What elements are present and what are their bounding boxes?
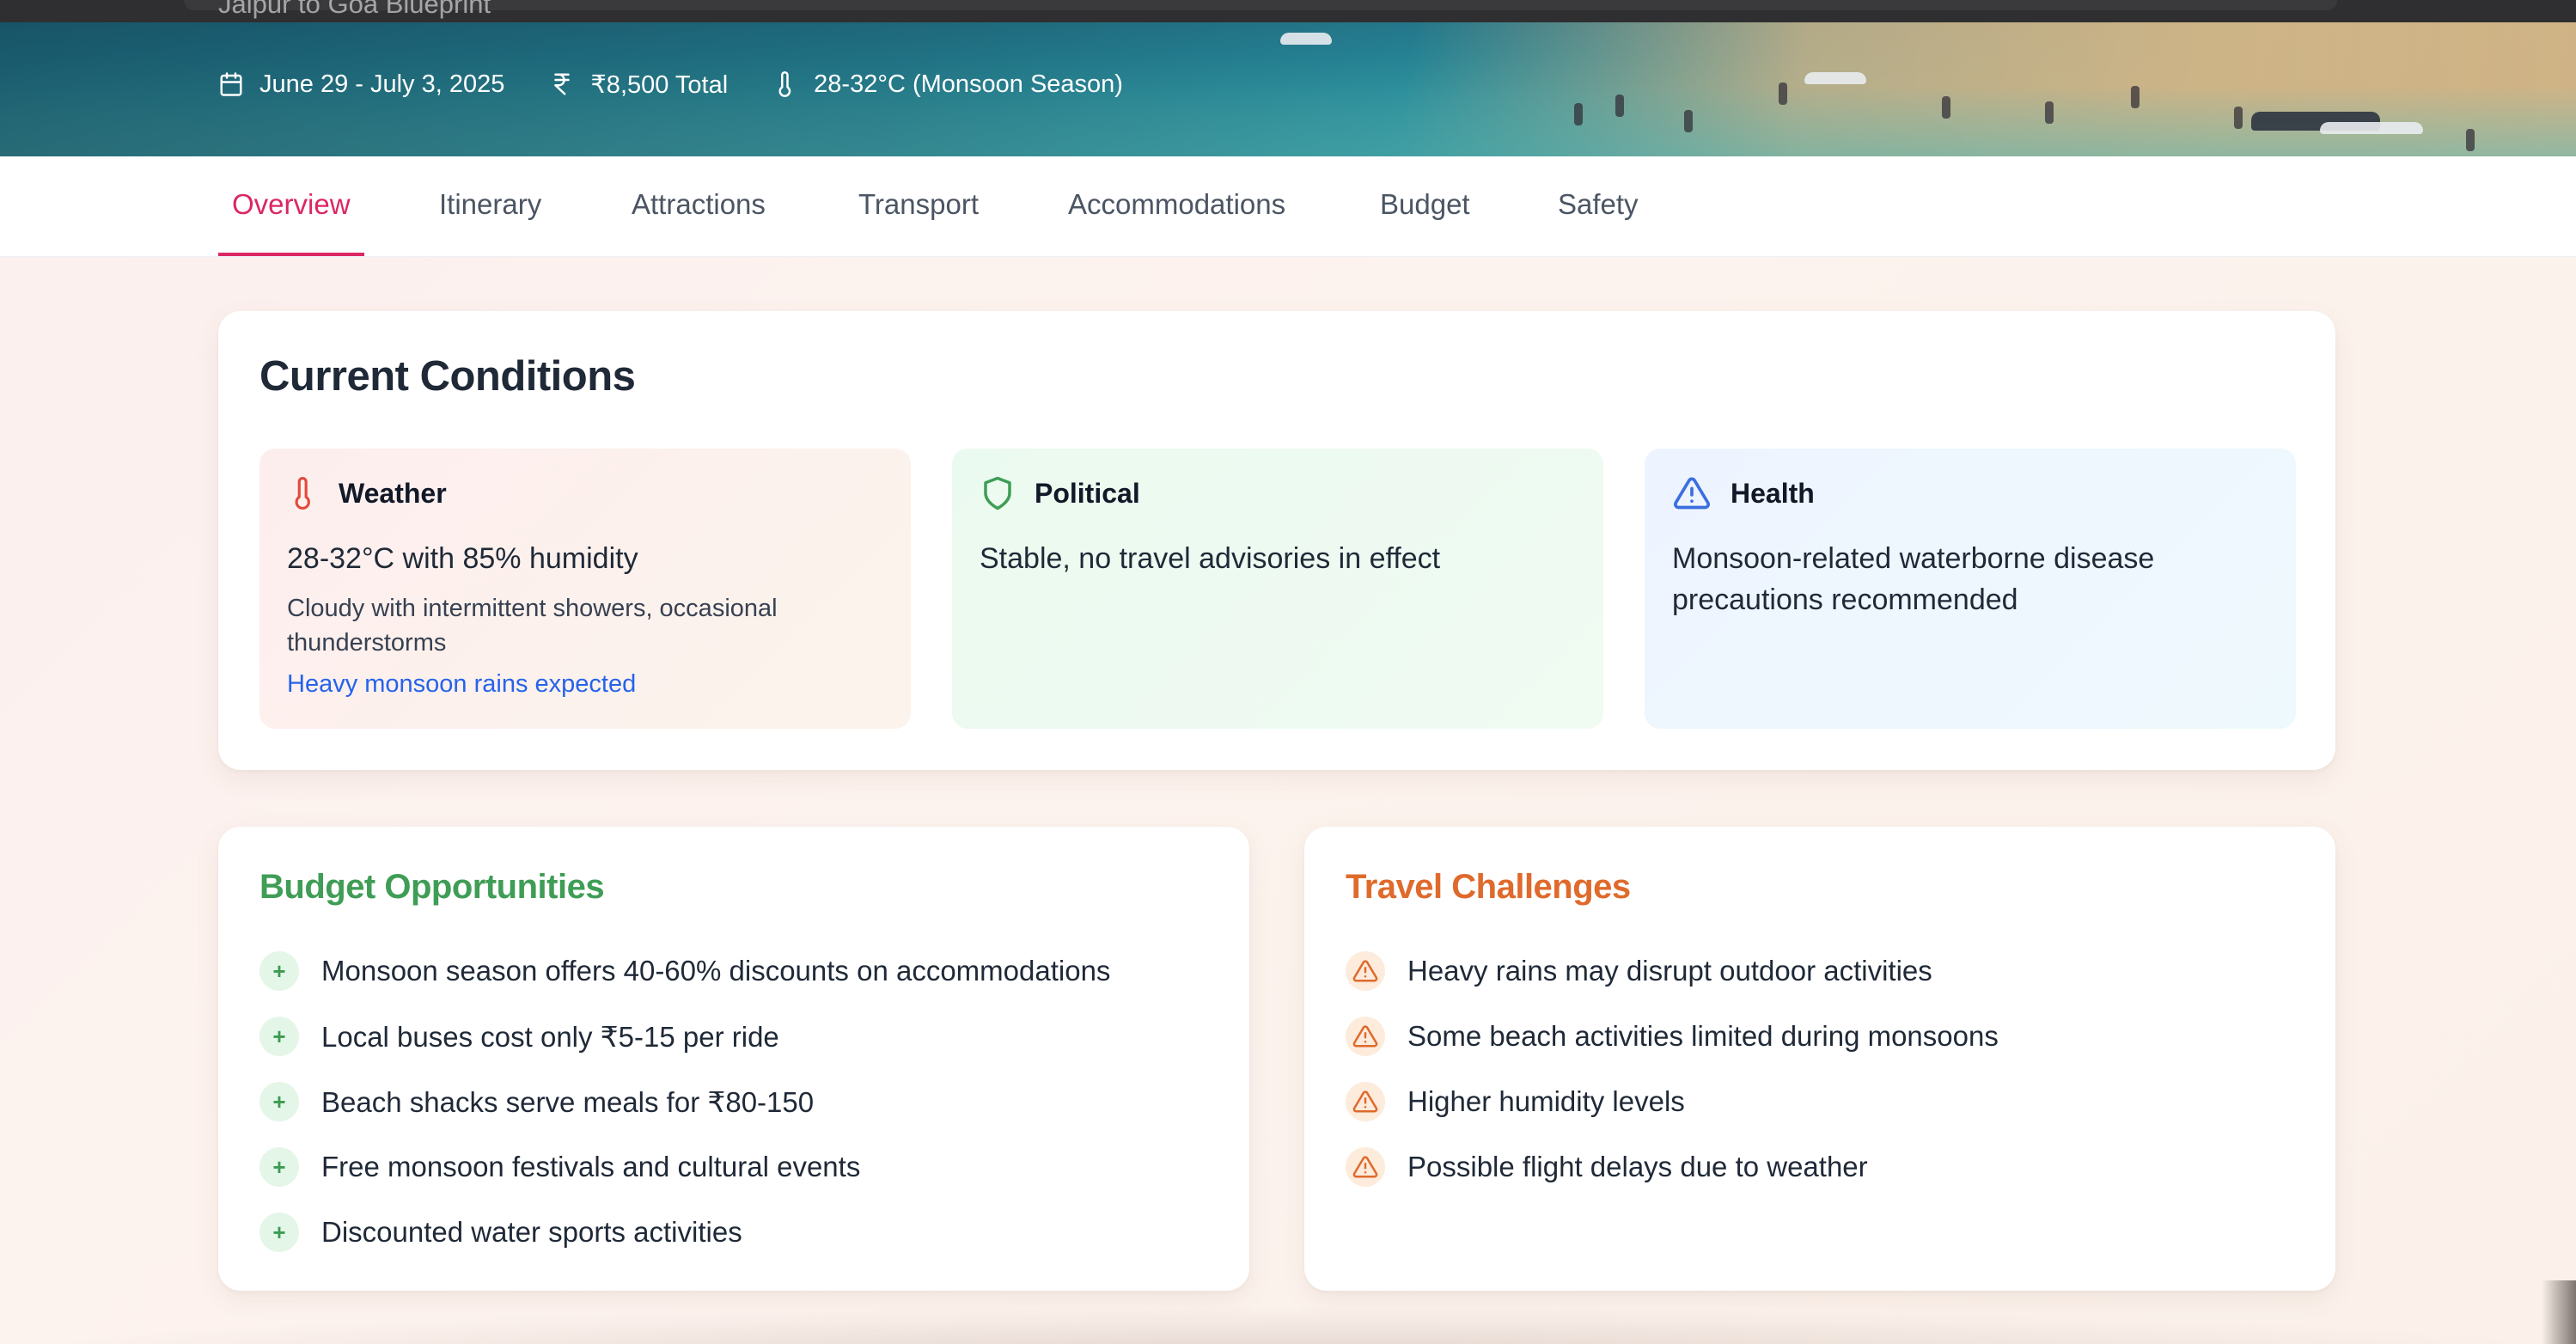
- plus-icon: +: [259, 951, 299, 991]
- list-item: + Discounted water sports activities: [259, 1200, 1110, 1265]
- current-conditions-card: Current Conditions Weather 28-32°C with …: [218, 311, 2335, 770]
- challenges-list: Heavy rains may disrupt outdoor activiti…: [1346, 938, 1999, 1200]
- list-item: Possible flight delays due to weather: [1346, 1134, 1999, 1200]
- health-label: Health: [1731, 477, 1815, 509]
- trip-dates-text: June 29 - July 3, 2025: [259, 70, 505, 98]
- budget-opportunities-title: Budget Opportunities: [259, 868, 605, 906]
- hero-banner: Jaipur to Goa Blueprint June 29 - July 3…: [0, 0, 2576, 156]
- travel-challenges-title: Travel Challenges: [1346, 868, 1631, 906]
- trip-meta: June 29 - July 3, 2025 ₹8,500 Total 28-3…: [218, 65, 1168, 103]
- health-summary: Monsoon-related waterborne disease preca…: [1672, 542, 2155, 616]
- tab-attractions[interactable]: Attractions: [618, 156, 779, 256]
- budget-opportunities-card: Budget Opportunities + Monsoon season off…: [218, 827, 1249, 1291]
- political-label: Political: [1035, 477, 1140, 509]
- weather-summary: 28-32°C with 85% humidity: [287, 542, 638, 575]
- weather-label: Weather: [339, 477, 447, 509]
- warning-icon: [1346, 1082, 1385, 1121]
- opportunities-list: + Monsoon season offers 40-60% discounts …: [259, 938, 1110, 1265]
- section-tabs: Overview Itinerary Attractions Transport…: [0, 156, 2576, 257]
- travel-challenges-card: Travel Challenges Heavy rains may disrup…: [1304, 827, 2335, 1291]
- list-item: Heavy rains may disrupt outdoor activiti…: [1346, 938, 1999, 1004]
- plus-icon: +: [259, 1082, 299, 1121]
- weather-alert: Heavy monsoon rains expected: [287, 670, 637, 698]
- list-item: + Beach shacks serve meals for ₹80-150: [259, 1069, 1110, 1134]
- shield-icon: [984, 476, 1011, 510]
- weather-panel: Weather 28-32°C with 85% humidity Cloudy…: [259, 449, 911, 729]
- warning-icon: [1346, 951, 1385, 991]
- plus-icon: +: [259, 1017, 299, 1056]
- calendar-icon: [220, 72, 242, 96]
- tab-accommodations[interactable]: Accommodations: [1054, 156, 1299, 256]
- tab-itinerary[interactable]: Itinerary: [425, 156, 555, 256]
- rupee-icon: [554, 73, 571, 95]
- tab-safety[interactable]: Safety: [1544, 156, 1652, 256]
- trip-weather: 28-32°C (Monsoon Season): [772, 70, 1123, 99]
- weather-detail: Cloudy with intermittent showers, occasi…: [287, 595, 778, 657]
- warning-icon: [1674, 477, 1710, 510]
- list-item: Some beach activities limited during mon…: [1346, 1004, 1999, 1069]
- tab-transport[interactable]: Transport: [845, 156, 992, 256]
- thermometer-icon: [295, 477, 310, 510]
- health-panel: Health Monsoon-related waterborne diseas…: [1645, 449, 2296, 729]
- section-title: Current Conditions: [259, 353, 636, 400]
- list-item: + Free monsoon festivals and cultural eve…: [259, 1134, 1110, 1200]
- warning-icon: [1346, 1147, 1385, 1187]
- trip-dates: June 29 - July 3, 2025: [218, 70, 504, 99]
- trip-budget: ₹8,500 Total: [549, 70, 728, 100]
- hero-subtitle: Jaipur to Goa Blueprint: [218, 0, 491, 19]
- trip-budget-text: ₹8,500 Total: [590, 70, 729, 99]
- political-panel: Political Stable, no travel advisories i…: [952, 449, 1603, 729]
- plus-icon: +: [259, 1213, 299, 1252]
- list-item: Higher humidity levels: [1346, 1069, 1999, 1134]
- tab-overview[interactable]: Overview: [218, 156, 364, 256]
- political-summary: Stable, no travel advisories in effect: [980, 542, 1441, 575]
- thermometer-icon: [778, 71, 791, 97]
- trip-weather-text: 28-32°C (Monsoon Season): [814, 70, 1123, 98]
- warning-icon: [1346, 1017, 1385, 1056]
- list-item: + Monsoon season offers 40-60% discounts …: [259, 938, 1110, 1004]
- tab-budget[interactable]: Budget: [1366, 156, 1484, 256]
- plus-icon: +: [259, 1147, 299, 1187]
- list-item: + Local buses cost only ₹5-15 per ride: [259, 1004, 1110, 1069]
